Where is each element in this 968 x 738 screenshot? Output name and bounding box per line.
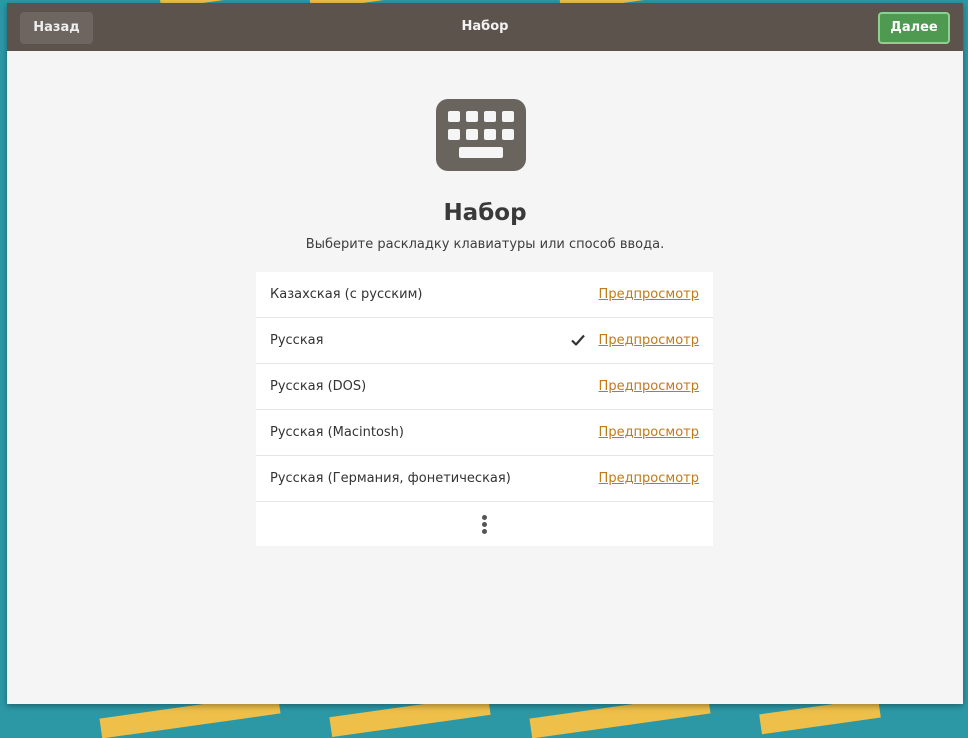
layout-row[interactable]: Казахская (с русским) Предпросмотр [256,272,713,318]
layout-label: Русская (Macintosh) [270,425,404,440]
headerbar: Назад Набор Далее [7,3,963,51]
next-button[interactable]: Далее [878,12,950,44]
layout-label: Русская (DOS) [270,379,367,394]
page-title: Набор [443,200,527,226]
preview-link[interactable]: Предпросмотр [599,318,699,363]
show-more-button[interactable] [256,502,713,546]
preview-link[interactable]: Предпросмотр [599,272,699,317]
layout-list: Казахская (с русским) Предпросмотр Русск… [256,272,713,546]
keyboard-icon [436,99,526,171]
setup-window: Назад Набор Далее Набор Выберите расклад… [7,3,963,704]
preview-link[interactable]: Предпросмотр [599,364,699,409]
layout-label: Русская (Германия, фонетическая) [270,471,511,486]
layout-row-selected[interactable]: Русская Предпросмотр [256,318,713,364]
preview-link[interactable]: Предпросмотр [599,410,699,455]
layout-row[interactable]: Русская (Macintosh) Предпросмотр [256,410,713,456]
layout-label: Русская [270,333,324,348]
layout-row[interactable]: Русская (Германия, фонетическая) Предпро… [256,456,713,502]
page-subtitle: Выберите раскладку клавиатуры или способ… [305,237,665,252]
window-title: Набор [461,19,509,34]
checkmark-icon [571,334,585,346]
layout-label: Казахская (с русским) [270,287,423,302]
layout-row[interactable]: Русская (DOS) Предпросмотр [256,364,713,410]
preview-link[interactable]: Предпросмотр [599,456,699,501]
